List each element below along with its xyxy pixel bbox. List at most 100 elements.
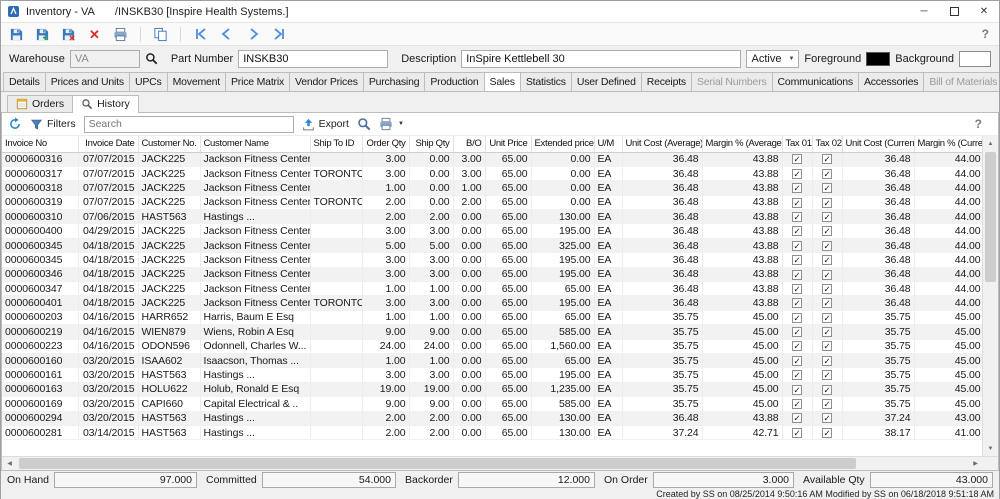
cell[interactable]: EA (594, 382, 623, 398)
tax-checkbox[interactable]: ✓ (792, 399, 802, 410)
cell[interactable]: Jackson Fitness Center (200, 166, 311, 182)
warehouse-field[interactable] (69, 49, 140, 68)
cell[interactable]: 3.00 (409, 252, 454, 268)
cell-tax[interactable]: ✓ (812, 166, 843, 182)
cell[interactable]: 1.00 (409, 310, 454, 326)
cell[interactable]: 3.00 (362, 267, 410, 283)
cell[interactable]: Jackson Fitness Center (200, 195, 311, 211)
delete-button[interactable]: ✕ (85, 25, 104, 44)
cell-tax[interactable]: ✓ (812, 252, 843, 268)
cell[interactable]: 65.00 (485, 324, 532, 340)
tax-checkbox[interactable]: ✓ (792, 413, 802, 424)
cell[interactable]: 04/16/2015 (78, 324, 139, 340)
cell[interactable]: 65.00 (485, 295, 532, 311)
cell-tax[interactable]: ✓ (782, 195, 813, 211)
cell[interactable]: 3.00 (362, 252, 410, 268)
cell[interactable]: 130.00 (531, 411, 595, 426)
cell[interactable]: 36.48 (842, 267, 915, 283)
cell-tax[interactable]: ✓ (812, 411, 843, 426)
cell[interactable]: 19.00 (409, 382, 454, 398)
cell[interactable]: 1.00 (362, 310, 410, 326)
column-header[interactable]: Margin % (Average) (702, 136, 783, 153)
cell[interactable]: 65.00 (485, 310, 532, 326)
cell[interactable] (310, 252, 363, 268)
cell[interactable]: 3.00 (453, 152, 486, 167)
horizontal-scroll-thumb[interactable] (19, 458, 856, 469)
cell[interactable]: 0.00 (409, 152, 454, 167)
cell[interactable]: 2.00 (409, 411, 454, 426)
tax-checkbox[interactable]: ✓ (792, 370, 802, 381)
cell[interactable]: 3.00 (453, 166, 486, 182)
warehouse-lookup-button[interactable] (145, 52, 158, 65)
cell-tax[interactable]: ✓ (812, 281, 843, 297)
cell[interactable] (310, 367, 363, 383)
cell[interactable]: 42.71 (702, 425, 783, 441)
cell[interactable]: Jackson Fitness Center (200, 223, 311, 239)
cell[interactable]: Wiens, Robin A Esq (200, 324, 311, 340)
cell-tax[interactable]: ✓ (812, 396, 843, 412)
cell[interactable]: 45.00 (914, 382, 982, 398)
table-row[interactable]: 0000600401 04/18/2015 JACK225 Jackson Fitne… (2, 295, 982, 311)
cell[interactable]: 45.00 (702, 382, 783, 398)
cell[interactable] (310, 411, 363, 426)
cell[interactable]: Odonnell, Charles W... (200, 339, 311, 354)
cell[interactable]: 325.00 (531, 238, 595, 254)
last-record-button[interactable] (269, 25, 288, 44)
cell[interactable]: 9.00 (409, 324, 454, 340)
cell-tax[interactable]: ✓ (782, 382, 813, 398)
cell[interactable]: 0000600316 (2, 152, 79, 167)
tax-checkbox[interactable]: ✓ (792, 154, 802, 165)
cell-tax[interactable]: ✓ (812, 223, 843, 239)
cell[interactable]: 43.88 (702, 166, 783, 182)
cell[interactable]: 65.00 (531, 310, 595, 326)
tax-checkbox[interactable]: ✓ (792, 283, 802, 294)
cell[interactable]: 65.00 (485, 152, 532, 167)
cell[interactable]: 0.00 (453, 252, 486, 268)
tab-user-defined[interactable]: User Defined (570, 72, 642, 91)
tab-accessories[interactable]: Accessories (857, 72, 925, 91)
cell[interactable]: 35.75 (622, 396, 703, 412)
cell[interactable]: 0.00 (453, 411, 486, 426)
cell-tax[interactable]: ✓ (812, 367, 843, 383)
cell[interactable]: 35.75 (842, 324, 915, 340)
cell[interactable]: 1,235.00 (531, 382, 595, 398)
cell-tax[interactable]: ✓ (782, 166, 813, 182)
cell-tax[interactable]: ✓ (812, 267, 843, 283)
cell[interactable]: CAPI660 (138, 396, 201, 412)
column-header[interactable]: Ship Qty (409, 136, 454, 153)
cell[interactable]: 03/20/2015 (78, 382, 139, 398)
cell[interactable]: Jackson Fitness Center (200, 281, 311, 297)
cell-tax[interactable]: ✓ (782, 310, 813, 326)
cell[interactable]: JACK225 (138, 166, 201, 182)
tax-checkbox[interactable]: ✓ (792, 183, 802, 194)
cell[interactable] (310, 238, 363, 254)
tax-checkbox[interactable]: ✓ (792, 255, 802, 266)
cell[interactable]: 04/18/2015 (78, 267, 139, 283)
cell[interactable]: EA (594, 295, 623, 311)
cell[interactable]: 0000600400 (2, 223, 79, 239)
cell[interactable]: Jackson Fitness Center (200, 152, 311, 167)
cell[interactable]: 04/18/2015 (78, 252, 139, 268)
cell[interactable]: Capital Electrical & .. (200, 396, 311, 412)
cell[interactable]: HAST563 (138, 209, 201, 225)
copy-button[interactable] (151, 25, 170, 44)
cell[interactable]: EA (594, 281, 623, 297)
cell[interactable]: JACK225 (138, 281, 201, 297)
cell[interactable]: HAST563 (138, 411, 201, 426)
cell[interactable] (310, 396, 363, 412)
cell[interactable]: Hastings ... (200, 411, 311, 426)
cell[interactable]: 36.48 (842, 223, 915, 239)
cell[interactable]: TORONTO (310, 166, 363, 182)
cell[interactable]: 0.00 (453, 267, 486, 283)
cell[interactable]: 35.75 (622, 339, 703, 354)
cell[interactable]: 36.48 (842, 238, 915, 254)
tab-communications[interactable]: Communications (771, 72, 859, 91)
cell[interactable]: 45.00 (702, 310, 783, 326)
cell[interactable]: 65.00 (485, 223, 532, 239)
grid-print-button[interactable]: ▼ (379, 117, 404, 131)
column-header[interactable]: Tax 02 (812, 136, 843, 153)
cell-tax[interactable]: ✓ (812, 382, 843, 398)
cell[interactable]: 5.00 (409, 238, 454, 254)
cell[interactable]: JACK225 (138, 238, 201, 254)
cell[interactable]: ISAA602 (138, 353, 201, 369)
